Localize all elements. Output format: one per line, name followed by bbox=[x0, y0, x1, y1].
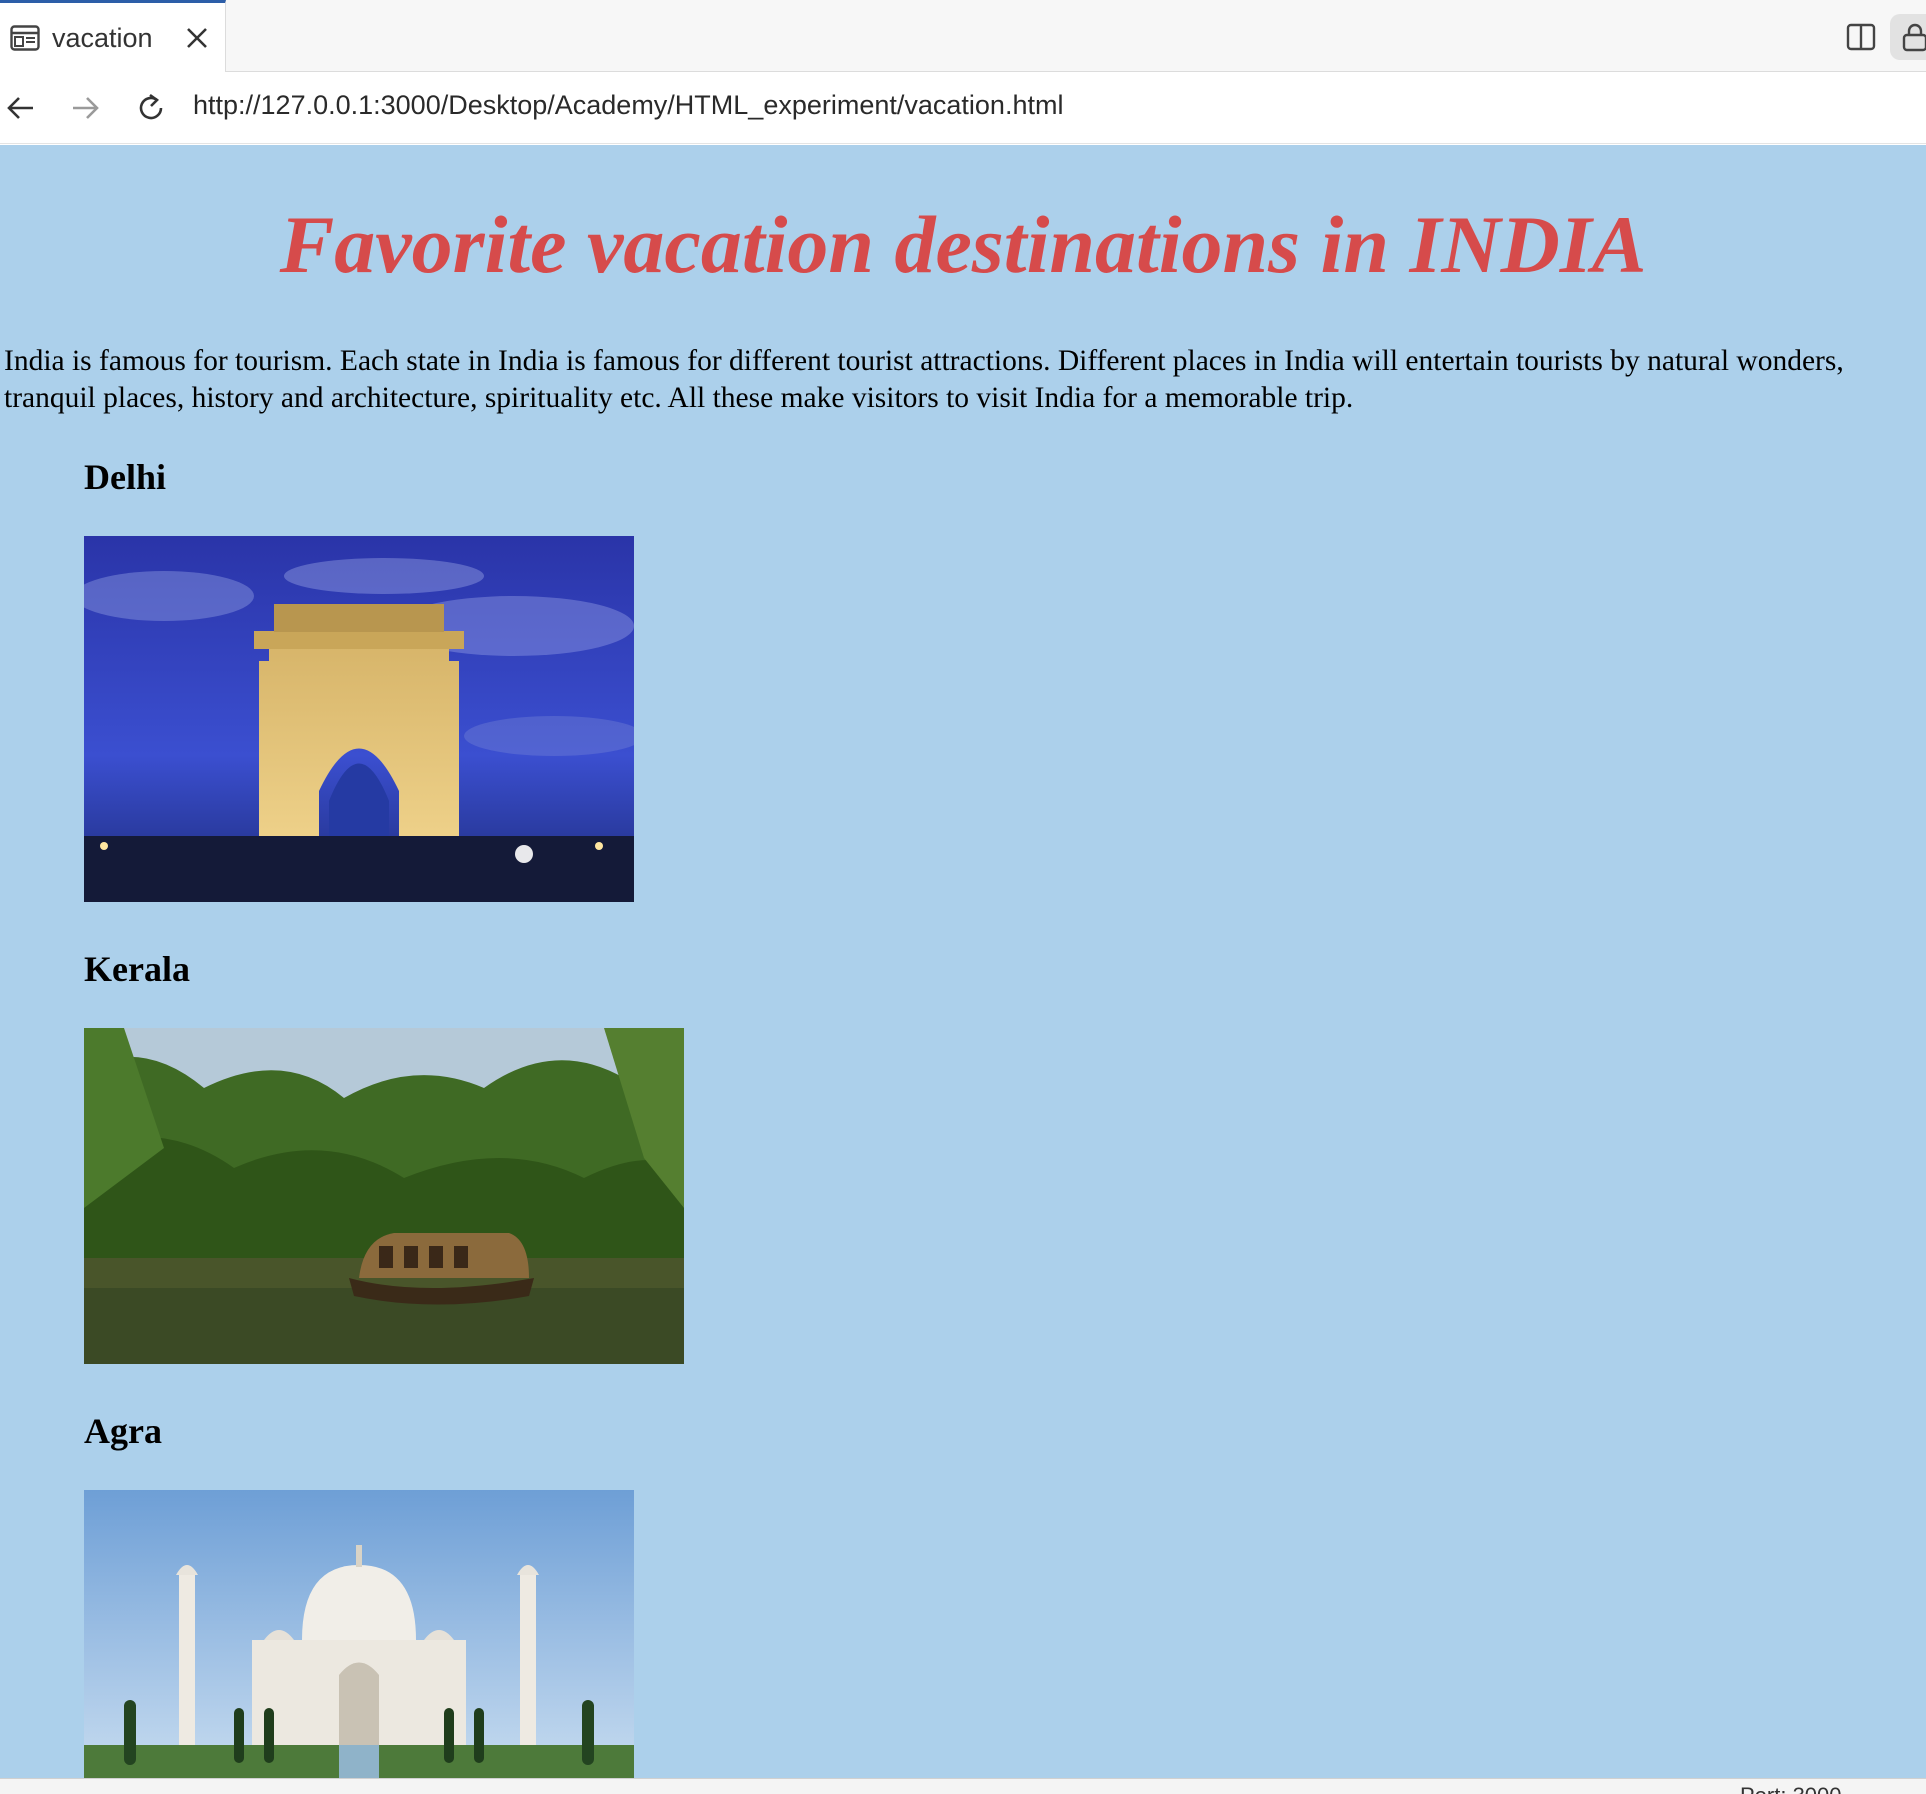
forward-arrow-icon[interactable] bbox=[68, 91, 102, 125]
taj-mahal-photo bbox=[84, 1490, 634, 1778]
reload-icon[interactable] bbox=[134, 91, 168, 125]
close-icon[interactable] bbox=[184, 25, 210, 51]
destination-heading-agra: Agra bbox=[84, 1411, 162, 1451]
india-gate-photo bbox=[84, 536, 634, 902]
port-status[interactable]: Port: 3000 bbox=[1740, 1783, 1842, 1794]
address-bar-url[interactable]: http://127.0.0.1:3000/Desktop/Academy/HT… bbox=[193, 90, 1063, 121]
status-bar: Port: 3000 bbox=[0, 1778, 1926, 1794]
intro-paragraph: India is famous for tourism. Each state … bbox=[4, 345, 1844, 414]
navigation-bar: http://127.0.0.1:3000/Desktop/Academy/HT… bbox=[0, 72, 1926, 144]
tab-vacation[interactable]: vacation bbox=[0, 0, 226, 72]
page-title: Favorite vacation destinations in INDIA bbox=[279, 199, 1647, 290]
split-view-icon[interactable] bbox=[1846, 22, 1876, 52]
kerala-backwaters-houseboat-photo bbox=[84, 1028, 684, 1364]
destination-heading-delhi: Delhi bbox=[84, 457, 167, 497]
page-viewport: Favorite vacation destinations in INDIA … bbox=[0, 145, 1926, 1778]
destination-heading-kerala: Kerala bbox=[84, 949, 190, 989]
tab-title: vacation bbox=[52, 23, 153, 53]
page-icon bbox=[10, 25, 40, 51]
tab-bar: vacation bbox=[0, 0, 1926, 72]
back-arrow-icon[interactable] bbox=[4, 91, 38, 125]
lock-icon[interactable] bbox=[1890, 14, 1926, 60]
